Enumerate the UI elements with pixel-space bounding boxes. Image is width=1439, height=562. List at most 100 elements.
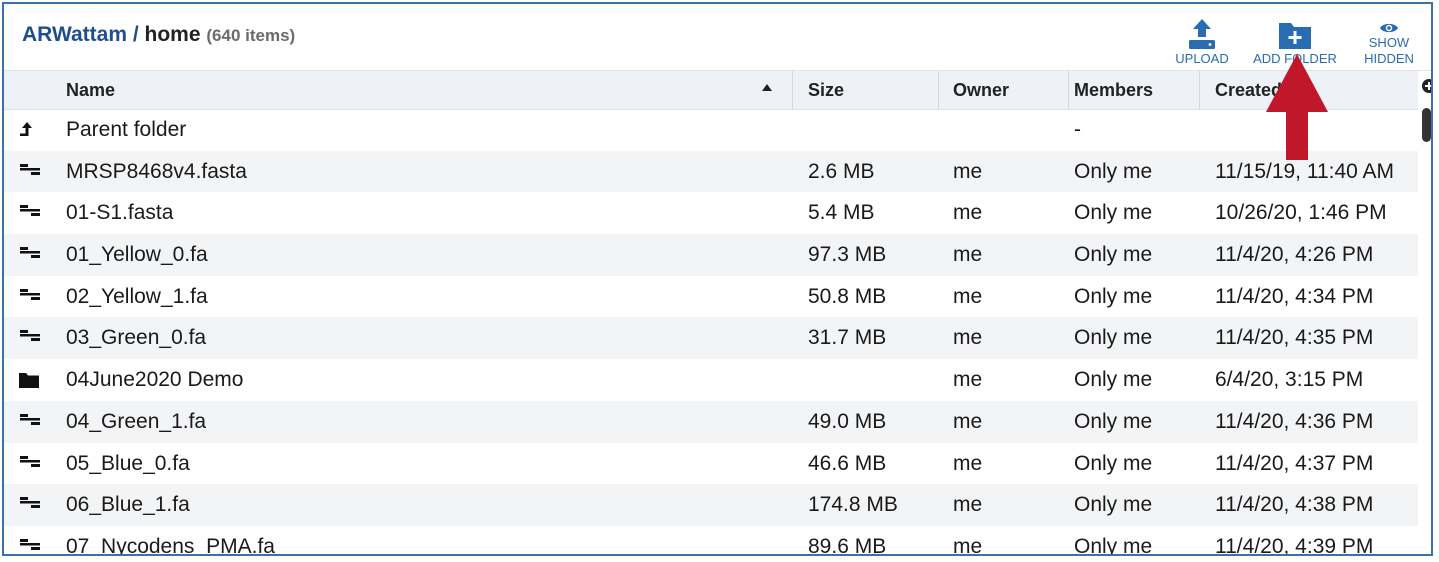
row-name: 04June2020 Demo	[66, 368, 244, 392]
row-size: 31.7 MB	[808, 326, 887, 350]
eye-icon	[1379, 21, 1399, 35]
breadcrumb: ARWattam / home (640 items)	[22, 23, 295, 47]
contigs-file-icon	[18, 317, 44, 359]
row-members: Only me	[1074, 326, 1153, 350]
row-created: 11/4/20, 4:34 PM	[1215, 284, 1374, 308]
contigs-file-icon	[18, 276, 44, 318]
contigs-file-icon	[18, 484, 44, 526]
upload-button[interactable]: UPLOAD	[1172, 9, 1232, 67]
row-name: Parent folder	[66, 118, 187, 141]
contigs-file-icon	[18, 401, 44, 443]
file-row[interactable]: 01-S1.fasta 5.4 MB me Only me 10/26/20, 1:46…	[4, 192, 1418, 234]
sort-ascending-icon	[762, 84, 772, 91]
row-owner: me	[953, 368, 983, 392]
file-list: Parent folder - MRSP8468v4.fasta 2.6 MB me On…	[4, 109, 1418, 556]
folder-icon	[18, 359, 44, 401]
parent-folder-row[interactable]: Parent folder -	[4, 109, 1418, 151]
row-created: 11/4/20, 4:37 PM	[1215, 451, 1374, 475]
add-column-icon[interactable]	[1422, 79, 1431, 93]
file-row[interactable]: 01_Yellow_0.fa 97.3 MB me Only me 11/4/20, 4…	[4, 234, 1418, 276]
scrollbar-track[interactable]	[1418, 71, 1431, 554]
row-size: 46.6 MB	[808, 451, 887, 475]
row-name: MRSP8468v4.fasta	[66, 159, 247, 183]
row-size: 89.6 MB	[808, 534, 887, 556]
folder-row[interactable]: 04June2020 Demo me Only me 6/4/20, 3:15 PM	[4, 359, 1418, 401]
show-hidden-label-line1: SHOW	[1368, 35, 1410, 50]
file-row[interactable]: 05_Blue_0.fa 46.6 MB me Only me 11/4/20, 4:3…	[4, 443, 1418, 485]
contigs-file-icon	[18, 443, 44, 485]
breadcrumb-separator: /	[127, 23, 145, 46]
row-created: 11/4/20, 4:38 PM	[1215, 493, 1374, 517]
file-row[interactable]: MRSP8468v4.fasta 2.6 MB me Only me 11/15/19,…	[4, 150, 1418, 193]
contigs-file-icon	[18, 151, 44, 193]
row-owner: me	[953, 326, 983, 350]
row-size: 50.8 MB	[808, 284, 887, 308]
row-size: 5.4 MB	[808, 201, 875, 225]
row-name: 02_Yellow_1.fa	[66, 284, 208, 308]
file-row[interactable]: 07_Nycodens_PMA.fa 89.6 MB me Only me 11/4/2…	[4, 526, 1418, 556]
column-divider[interactable]	[938, 71, 939, 109]
file-row[interactable]: 03_Green_0.fa 31.7 MB me Only me 11/4/20, 4:…	[4, 317, 1418, 360]
row-size: 97.3 MB	[808, 243, 887, 267]
file-row[interactable]: 06_Blue_1.fa 174.8 MB me Only me 11/4/20, 4:…	[4, 484, 1418, 526]
workspace-browser: ARWattam / home (640 items) UPLOAD ADD F…	[2, 2, 1433, 556]
row-members: Only me	[1074, 493, 1153, 517]
row-created: 11/4/20, 4:36 PM	[1215, 409, 1374, 433]
column-divider[interactable]	[792, 71, 793, 109]
file-row[interactable]: 02_Yellow_1.fa 50.8 MB me Only me 11/4/20, 4…	[4, 276, 1418, 318]
row-name: 03_Green_0.fa	[66, 326, 207, 350]
annotation-arrow-icon	[1266, 54, 1328, 160]
row-members: Only me	[1074, 451, 1153, 475]
column-header-owner[interactable]: Owner	[953, 71, 1063, 109]
upload-icon	[1187, 17, 1217, 51]
upload-label: UPLOAD	[1175, 51, 1229, 66]
workspace-toolbar: ARWattam / home (640 items) UPLOAD ADD F…	[4, 4, 1431, 71]
column-header-size[interactable]: Size	[808, 71, 928, 109]
breadcrumb-user-link[interactable]: ARWattam	[22, 23, 127, 46]
row-members: Only me	[1074, 284, 1153, 308]
file-row[interactable]: 04_Green_1.fa 49.0 MB me Only me 11/4/20, 4:…	[4, 400, 1418, 443]
row-members: Only me	[1074, 368, 1153, 392]
item-count: (640 items)	[206, 26, 296, 45]
row-size: 2.6 MB	[808, 159, 875, 183]
row-name: 01_Yellow_0.fa	[66, 243, 208, 267]
column-divider[interactable]	[1199, 71, 1200, 109]
row-owner: me	[953, 243, 983, 267]
column-header-name[interactable]: Name	[66, 71, 786, 109]
breadcrumb-current-folder: home	[144, 23, 201, 46]
row-size: 49.0 MB	[808, 409, 887, 433]
row-name: 04_Green_1.fa	[66, 409, 207, 433]
row-created: 11/4/20, 4:35 PM	[1215, 326, 1374, 350]
row-owner: me	[953, 534, 983, 556]
row-members: -	[1074, 118, 1081, 141]
row-name: 01-S1.fasta	[66, 201, 174, 225]
row-owner: me	[953, 451, 983, 475]
row-created: 6/4/20, 3:15 PM	[1215, 368, 1364, 392]
row-created: 11/4/20, 4:26 PM	[1215, 243, 1374, 267]
parent-folder-icon	[18, 109, 44, 151]
row-created: 11/4/20, 4:39 PM	[1215, 534, 1374, 556]
contigs-file-icon	[18, 526, 44, 554]
row-name: 06_Blue_1.fa	[66, 493, 190, 517]
row-created: 10/26/20, 1:46 PM	[1215, 201, 1387, 225]
row-members: Only me	[1074, 534, 1153, 556]
show-hidden-label-line2: HIDDEN	[1364, 51, 1414, 66]
row-owner: me	[953, 284, 983, 308]
row-name: 05_Blue_0.fa	[66, 451, 190, 475]
scrollbar-thumb[interactable]	[1422, 108, 1431, 142]
row-name: 07_Nycodens_PMA.fa	[66, 534, 275, 556]
column-header-members[interactable]: Members	[1074, 71, 1194, 109]
row-members: Only me	[1074, 159, 1153, 183]
row-members: Only me	[1074, 243, 1153, 267]
contigs-file-icon	[18, 192, 44, 234]
row-size: 174.8 MB	[808, 493, 898, 517]
row-members: Only me	[1074, 201, 1153, 225]
row-owner: me	[953, 409, 983, 433]
show-hidden-button[interactable]: SHOW HIDDEN	[1358, 9, 1420, 67]
row-owner: me	[953, 493, 983, 517]
add-folder-icon	[1278, 19, 1312, 51]
row-owner: me	[953, 201, 983, 225]
column-divider[interactable]	[1068, 71, 1069, 109]
row-members: Only me	[1074, 409, 1153, 433]
contigs-file-icon	[18, 234, 44, 276]
